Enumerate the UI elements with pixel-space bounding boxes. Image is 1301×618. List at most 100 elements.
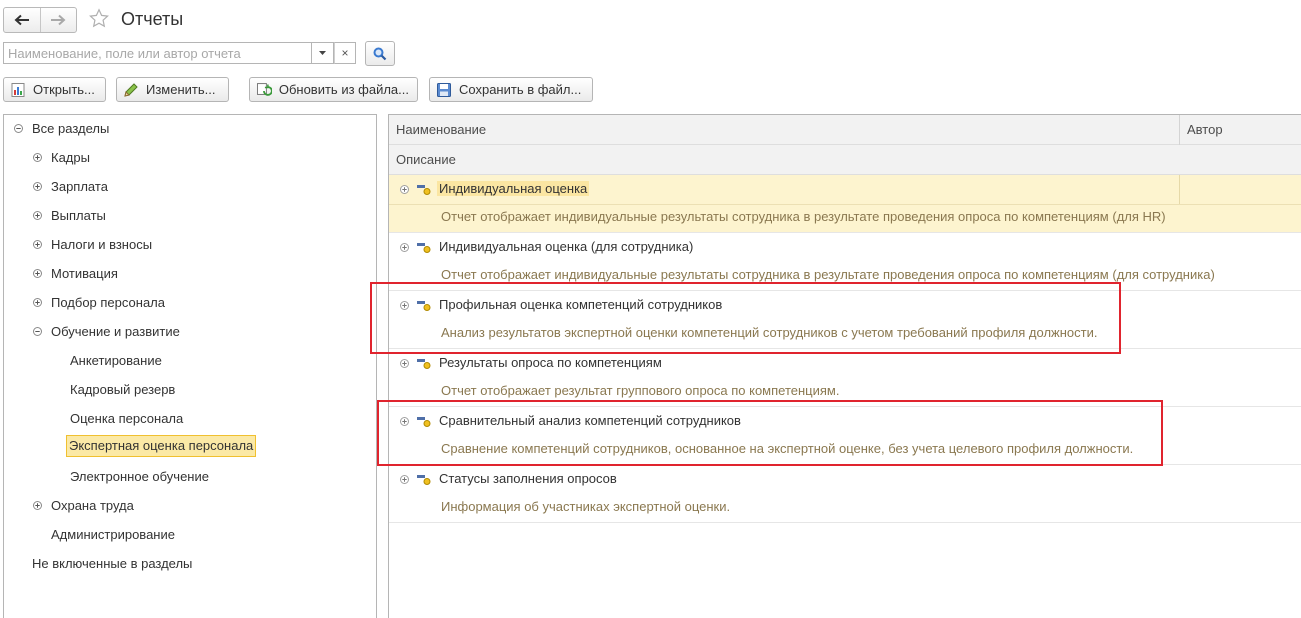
table-row[interactable]: Результаты опроса по компетенциям Отчет …: [389, 349, 1301, 407]
reports-table: Наименование Автор Описание Индивидуальн…: [388, 114, 1301, 618]
update-from-file-label: Обновить из файла...: [278, 82, 409, 97]
tree-subitem-kadrovyj-rezerv[interactable]: Кадровый резерв: [70, 380, 175, 400]
tree-item-label: Кадры: [51, 150, 90, 165]
tree-item-label: Оценка персонала: [70, 411, 184, 426]
table-header-row: Наименование Автор: [389, 115, 1301, 145]
update-from-file-icon: [256, 82, 272, 96]
expand-icon[interactable]: [400, 359, 409, 368]
report-name: Результаты опроса по компетенциям: [439, 355, 662, 370]
tree-item-label: Электронное обучение: [70, 469, 209, 484]
tree-item-label: Не включенные в разделы: [32, 556, 193, 571]
report-variant-icon: [417, 475, 431, 485]
column-header-name[interactable]: Наименование: [396, 122, 486, 137]
tree-item-kadry[interactable]: Кадры: [33, 148, 90, 168]
search-icon: [373, 47, 387, 60]
panel-splitter[interactable]: [380, 114, 385, 618]
tree-item-nalogi[interactable]: Налоги и взносы: [33, 235, 153, 255]
arrow-left-icon: [14, 14, 29, 26]
expand-icon[interactable]: [33, 153, 42, 162]
report-description: Отчет отображает индивидуальные результа…: [441, 267, 1215, 282]
edit-report-label: Изменить...: [146, 82, 216, 97]
tree-subitem-ekspertnaya-ocenka[interactable]: Экспертная оценка персонала: [66, 435, 257, 457]
tree-item-obuchenie[interactable]: Обучение и развитие: [33, 322, 180, 342]
report-variant-icon: [417, 185, 431, 195]
expand-icon[interactable]: [33, 269, 42, 278]
column-separator[interactable]: [1179, 115, 1180, 145]
search-field: [3, 42, 312, 64]
report-variant-icon: [417, 243, 431, 253]
report-chart-icon: [11, 82, 25, 97]
tree-item-label: Подбор персонала: [51, 295, 165, 310]
open-report-label: Открыть...: [33, 82, 95, 97]
clear-icon: ×: [341, 46, 349, 60]
report-description: Отчет отображает результат группового оп…: [441, 383, 840, 398]
sections-tree: Все разделы Кадры Зарплата Выплаты Налог…: [3, 114, 377, 618]
arrow-right-icon: [51, 14, 66, 26]
highlight-box-comparative-analysis: [377, 400, 1163, 466]
edit-report-button[interactable]: Изменить...: [116, 77, 229, 102]
navigation-buttons: [3, 7, 77, 33]
open-report-button[interactable]: Открыть...: [3, 77, 106, 102]
report-name: Индивидуальная оценка: [437, 181, 590, 196]
row-inner-divider: [389, 204, 1301, 205]
report-name: Статусы заполнения опросов: [439, 471, 617, 486]
tree-root-all-sections[interactable]: Все разделы: [14, 119, 110, 139]
search-button[interactable]: [365, 41, 395, 66]
page-title: Отчеты: [121, 9, 184, 29]
tree-item-label: Анкетирование: [70, 353, 162, 368]
expand-icon[interactable]: [33, 182, 42, 191]
tree-subitem-elektronnoe-obuchenie[interactable]: Электронное обучение: [70, 467, 209, 487]
update-from-file-button[interactable]: Обновить из файла...: [249, 77, 418, 102]
triangle-down-icon: [319, 51, 326, 55]
pencil-icon: [124, 82, 138, 97]
column-header-description[interactable]: Описание: [396, 152, 456, 167]
highlight-box-profile-assessment: [370, 282, 1121, 354]
save-to-file-label: Сохранить в файл...: [459, 82, 582, 97]
expand-icon[interactable]: [33, 298, 42, 307]
forward-button[interactable]: [39, 8, 77, 32]
tree-root-label: Все разделы: [32, 121, 110, 136]
table-row[interactable]: Индивидуальная оценка Отчет отображает и…: [389, 175, 1301, 233]
report-variant-icon: [417, 359, 431, 369]
tree-item-ohrana-truda[interactable]: Охрана труда: [33, 496, 134, 516]
back-button[interactable]: [4, 8, 40, 32]
tree-item-label: Мотивация: [51, 266, 118, 281]
tree-item-not-included[interactable]: Не включенные в разделы: [32, 554, 192, 574]
tree-item-label: Экспертная оценка персонала: [69, 438, 254, 453]
tree-item-administrirovanie[interactable]: Администрирование: [51, 525, 175, 545]
expand-icon[interactable]: [400, 475, 409, 484]
search-clear-button[interactable]: ×: [334, 42, 356, 64]
tree-item-zarplata[interactable]: Зарплата: [33, 177, 108, 197]
table-row[interactable]: Статусы заполнения опросов Информация об…: [389, 465, 1301, 523]
report-name: Индивидуальная оценка (для сотрудника): [439, 239, 694, 254]
author-column-divider: [1179, 175, 1180, 204]
tree-item-motivaciya[interactable]: Мотивация: [33, 264, 118, 284]
expand-icon[interactable]: [400, 243, 409, 252]
save-to-file-button[interactable]: Сохранить в файл...: [429, 77, 593, 102]
expand-icon[interactable]: [33, 501, 42, 510]
tree-subitem-anketirovanie[interactable]: Анкетирование: [70, 351, 162, 371]
collapse-icon[interactable]: [33, 327, 42, 336]
tree-item-podbor[interactable]: Подбор персонала: [33, 293, 165, 313]
tree-item-label: Кадровый резерв: [70, 382, 176, 397]
column-header-author[interactable]: Автор: [1187, 122, 1223, 137]
tree-item-label: Обучение и развитие: [51, 324, 180, 339]
expand-icon[interactable]: [33, 240, 42, 249]
report-description: Отчет отображает индивидуальные результа…: [441, 209, 1166, 224]
tree-item-label: Охрана труда: [51, 498, 134, 513]
tree-item-label: Налоги и взносы: [51, 237, 153, 252]
tree-item-label: Выплаты: [51, 208, 106, 223]
tree-item-label: Зарплата: [51, 179, 108, 194]
table-header-description-row: Описание: [389, 145, 1301, 175]
expand-icon[interactable]: [400, 185, 409, 194]
expand-icon[interactable]: [33, 211, 42, 220]
tree-item-vyplaty[interactable]: Выплаты: [33, 206, 106, 226]
collapse-icon[interactable]: [14, 124, 23, 133]
favorite-star-icon[interactable]: [88, 8, 110, 30]
report-description: Информация об участниках экспертной оцен…: [441, 499, 731, 514]
search-input[interactable]: [4, 43, 302, 63]
tree-subitem-ocenka-personala[interactable]: Оценка персонала: [70, 409, 183, 429]
save-disk-icon: [437, 82, 451, 97]
search-history-dropdown[interactable]: [312, 42, 334, 64]
tree-item-label: Администрирование: [51, 527, 175, 542]
